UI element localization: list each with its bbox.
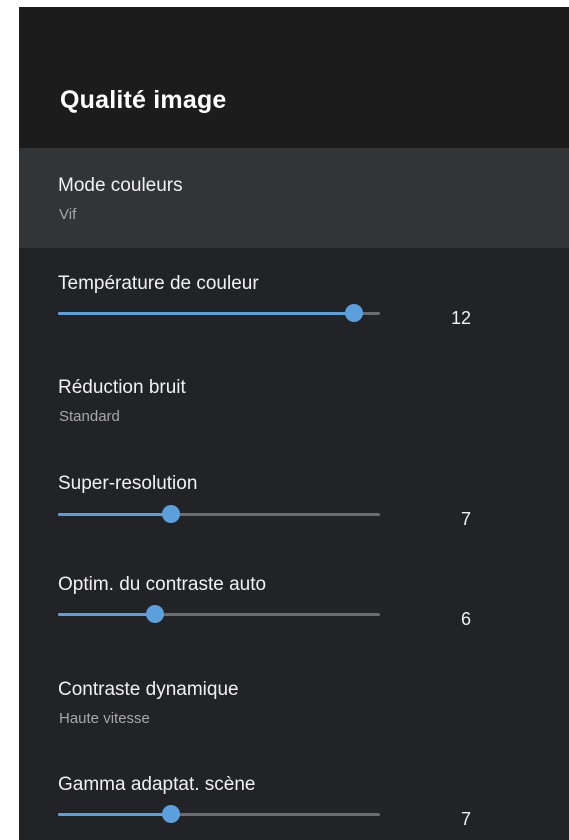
menu-item-temperature-couleur[interactable]: Température de couleur 12 [19,248,569,348]
slider-value: 12 [450,308,471,328]
slider-value: 6 [460,609,471,629]
menu-item-contraste-dynamique[interactable]: Contraste dynamique Haute vitesse [19,648,569,748]
slider-fill [58,312,355,315]
menu-item-label: Réduction bruit [58,377,186,398]
settings-menu-list: Mode couleurs Vif Température de couleur… [19,148,569,840]
slider-track[interactable] [58,505,380,523]
menu-item-value: Standard [59,408,120,425]
slider-fill [58,813,171,816]
picture-quality-panel: Qualité image Mode couleurs Vif Températ… [19,7,569,840]
panel-header: Qualité image [19,7,569,148]
slider-value: 7 [460,509,471,529]
menu-item-reduction-bruit[interactable]: Réduction bruit Standard [19,348,569,448]
menu-item-label: Température de couleur [58,273,259,294]
slider-thumb[interactable] [161,805,180,823]
menu-item-gamma-adaptat-scene[interactable]: Gamma adaptat. scène 7 [19,748,569,840]
menu-item-value: Vif [59,206,77,223]
slider-track[interactable] [58,805,380,823]
slider-fill [58,613,155,616]
menu-item-label: Mode couleurs [58,175,183,196]
menu-item-mode-couleurs[interactable]: Mode couleurs Vif [19,148,569,248]
slider-thumb[interactable] [345,304,364,322]
menu-item-label: Optim. du contraste auto [58,574,267,595]
slider-thumb[interactable] [145,605,164,623]
slider-value: 7 [460,809,471,829]
menu-item-super-resolution[interactable]: Super-resolution 7 [19,448,569,548]
menu-item-value: Haute vitesse [59,710,150,727]
slider-track[interactable] [58,304,380,322]
menu-item-label: Contraste dynamique [58,679,239,700]
menu-item-label: Super-resolution [58,473,198,494]
menu-item-label: Gamma adaptat. scène [58,774,256,795]
menu-item-optim-contraste-auto[interactable]: Optim. du contraste auto 6 [19,548,569,648]
slider-fill [58,513,171,516]
page-title: Qualité image [60,86,227,114]
slider-thumb[interactable] [161,505,180,523]
slider-track[interactable] [58,605,380,623]
